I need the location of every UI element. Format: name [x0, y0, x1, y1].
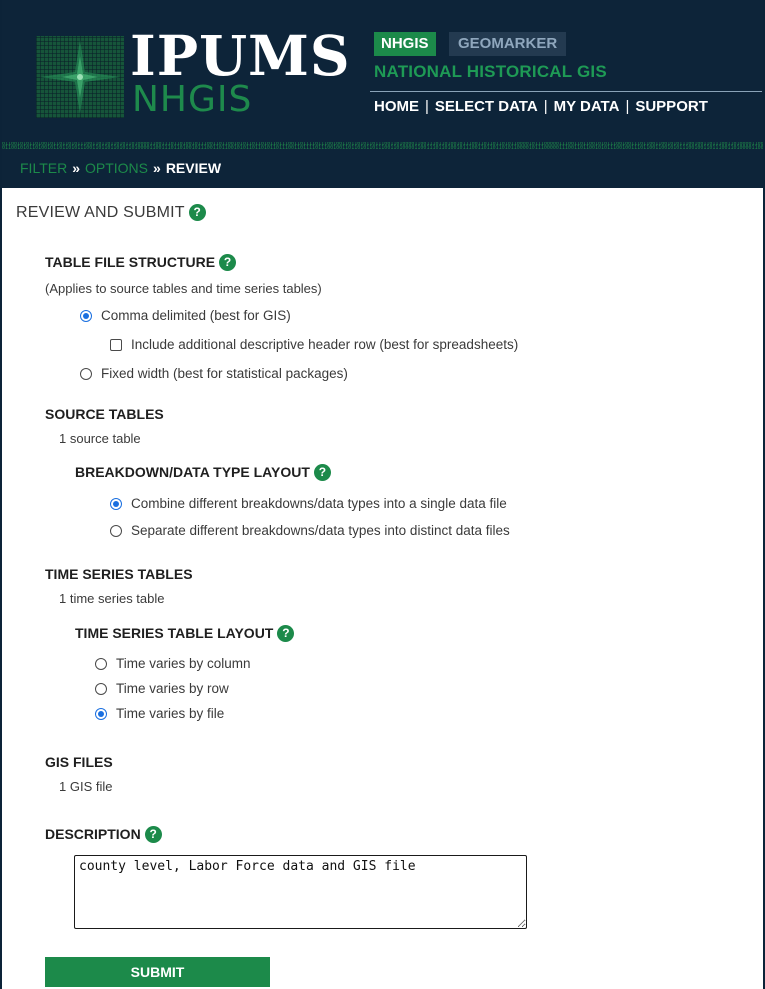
radio-fixed-width[interactable]: Fixed width (best for statistical packag… [80, 366, 348, 381]
help-icon[interactable]: ? [144, 826, 162, 843]
site-subtitle: NATIONAL HISTORICAL GIS [374, 62, 607, 81]
radio-label: Time varies by file [116, 706, 225, 721]
radio-label: Comma delimited (best for GIS) [101, 308, 291, 323]
radio-selected-icon[interactable] [110, 497, 122, 510]
description-textarea[interactable]: county level, Labor Force data and GIS f… [74, 855, 527, 929]
radio-time-by-column[interactable]: Time varies by column [95, 656, 251, 671]
radio-unselected-icon[interactable] [95, 682, 107, 695]
tab-nhgis[interactable]: NHGIS [374, 32, 436, 56]
help-icon[interactable]: ? [277, 625, 295, 642]
section-heading-text: BREAKDOWN/DATA TYPE LAYOUT [75, 464, 310, 480]
help-icon[interactable]: ? [219, 254, 237, 271]
help-icon[interactable]: ? [188, 204, 206, 221]
checkbox-header-row[interactable]: Include additional descriptive header ro… [110, 337, 518, 352]
nav-support-link[interactable]: SUPPORT [635, 98, 708, 115]
description-heading: DESCRIPTION? [45, 826, 162, 843]
radio-combine-breakdowns[interactable]: Combine different breakdowns/data types … [110, 496, 507, 511]
radio-separate-breakdowns[interactable]: Separate different breakdowns/data types… [110, 523, 510, 538]
radio-unselected-icon[interactable] [95, 657, 107, 670]
nav-home-link[interactable]: HOME [374, 98, 419, 115]
breakdown-layout-heading: BREAKDOWN/DATA TYPE LAYOUT? [75, 464, 331, 481]
breadcrumb-separator: » [153, 160, 161, 176]
nav-my-data-link[interactable]: MY DATA [554, 98, 620, 115]
table-file-structure-note: (Applies to source tables and time serie… [45, 281, 322, 296]
binary-decoration-strip: 0110010101101001011011010111001101101101… [2, 142, 763, 151]
radio-label: Time varies by column [116, 656, 251, 671]
gis-files-count: 1 GIS file [59, 779, 113, 794]
page-title-text: REVIEW AND SUBMIT [16, 204, 185, 221]
radio-time-by-row[interactable]: Time varies by row [95, 681, 229, 696]
radio-label: Separate different breakdowns/data types… [131, 523, 510, 538]
main-nav: HOME | SELECT DATA | MY DATA | SUPPORT [374, 98, 708, 115]
checkbox-icon[interactable] [110, 338, 122, 351]
breadcrumb: FILTER» OPTIONS» REVIEW [20, 160, 221, 176]
tab-geomarker[interactable]: GEOMARKER [449, 32, 567, 56]
nav-separator: | [625, 98, 630, 115]
section-heading-text: TIME SERIES TABLE LAYOUT [75, 625, 274, 641]
time-series-count: 1 time series table [59, 591, 165, 606]
time-series-layout-heading: TIME SERIES TABLE LAYOUT? [75, 625, 295, 642]
checkbox-label: Include additional descriptive header ro… [131, 337, 519, 352]
radio-comma-delimited[interactable]: Comma delimited (best for GIS) [80, 308, 291, 323]
submit-button[interactable]: SUBMIT [45, 957, 270, 987]
logo-ipums-wordmark[interactable]: IPUMS [130, 28, 351, 83]
nav-divider [370, 91, 762, 92]
logo-nhgis-wordmark[interactable]: NHGIS [132, 82, 252, 118]
nav-separator: | [425, 98, 429, 115]
breadcrumb-options-link[interactable]: OPTIONS [85, 160, 148, 176]
radio-selected-icon[interactable] [80, 309, 92, 322]
radio-label: Fixed width (best for statistical packag… [101, 366, 348, 381]
radio-unselected-icon[interactable] [80, 367, 92, 380]
source-tables-heading: SOURCE TABLES [45, 406, 164, 422]
source-tables-count: 1 source table [59, 431, 141, 446]
binary-row: 0110010101101001011011010111001101101101… [2, 145, 763, 151]
nav-select-data-link[interactable]: SELECT DATA [435, 98, 538, 115]
page-frame: IPUMS NHGIS NHGIS GEOMARKER NATIONAL HIS… [0, 0, 765, 989]
section-heading-text: DESCRIPTION [45, 826, 141, 842]
radio-label: Combine different breakdowns/data types … [131, 496, 507, 511]
table-file-structure-heading: TABLE FILE STRUCTURE? [45, 254, 237, 271]
breadcrumb-separator: » [72, 160, 80, 176]
nav-separator: | [543, 98, 548, 115]
time-series-tables-heading: TIME SERIES TABLES [45, 566, 193, 582]
breadcrumb-filter-link[interactable]: FILTER [20, 160, 67, 176]
breadcrumb-review-current: REVIEW [165, 160, 222, 176]
gis-files-heading: GIS FILES [45, 754, 113, 770]
ipums-compass-logo-icon [36, 36, 124, 118]
section-heading-text: TABLE FILE STRUCTURE [45, 254, 216, 270]
radio-label: Time varies by row [116, 681, 229, 696]
radio-time-by-file[interactable]: Time varies by file [95, 706, 224, 721]
site-header: IPUMS NHGIS NHGIS GEOMARKER NATIONAL HIS… [2, 0, 763, 188]
radio-unselected-icon[interactable] [110, 524, 122, 537]
page-title: REVIEW AND SUBMIT? [16, 204, 206, 222]
help-icon[interactable]: ? [313, 464, 331, 481]
radio-selected-icon[interactable] [95, 707, 107, 720]
